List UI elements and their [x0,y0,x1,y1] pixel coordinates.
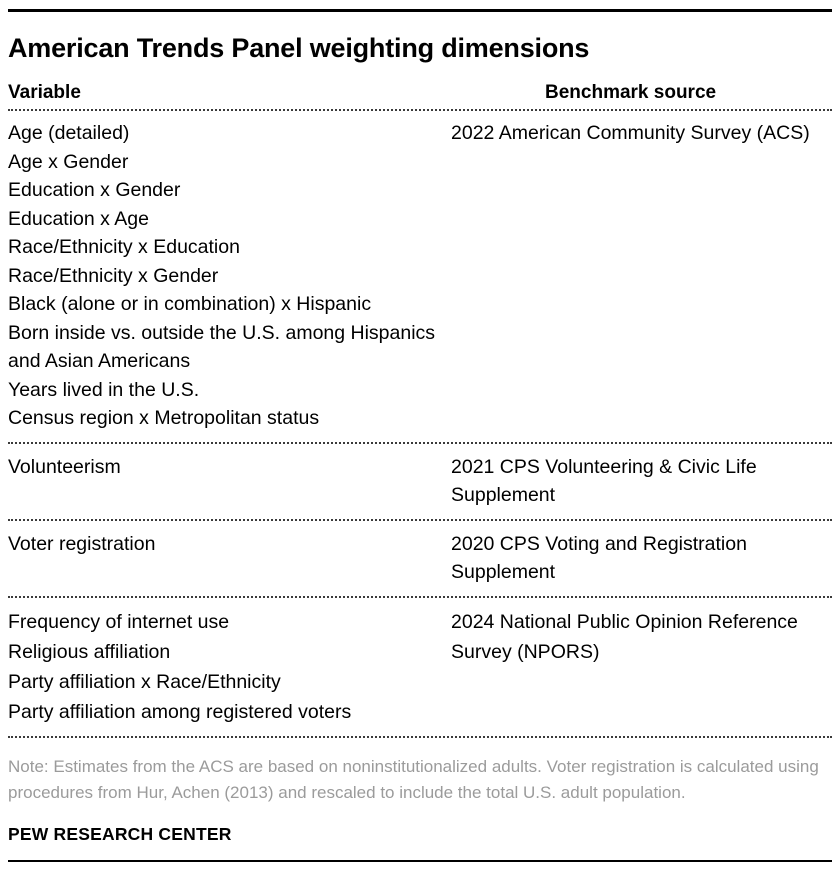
variable-item: Race/Ethnicity x Gender [8,264,219,287]
variable-item: Census region x Metropolitan status [8,407,320,429]
variable-cell: Frequency of internet use Religious affi… [8,599,443,736]
table-body: Age (detailed) Age x Gender Education x … [8,111,832,739]
table-row: Age (detailed) Age x Gender Education x … [8,111,832,442]
table-header-row: Variable Benchmark source [8,82,832,108]
variable-item: Born inside vs. outside the U.S. among H… [8,321,436,373]
variable-item: Party affiliation x Race/Ethnicity [8,670,281,693]
variable-cell: Age (detailed) Age x Gender Education x … [8,111,443,442]
variable-item: Years lived in the U.S. [8,378,200,401]
variable-item: Education x Gender [8,179,181,201]
benchmark-source-text: 2020 CPS Voting and Registration Supplem… [451,532,747,584]
benchmark-source-cell: 2021 CPS Volunteering & Civic Life Suppl… [443,445,832,519]
table-row: Volunteerism 2021 CPS Volunteering & Civ… [8,445,832,519]
column-header-variable: Variable [8,82,81,103]
variable-item: Frequency of internet use [8,610,230,633]
table-row: Voter registration 2020 CPS Voting and R… [8,522,832,596]
benchmark-source-cell: 2020 CPS Voting and Registration Supplem… [443,522,832,596]
variable-item: Age (detailed) [8,122,130,144]
table-row: Frequency of internet use Religious affi… [8,599,832,736]
benchmark-source-cell: 2022 American Community Survey (ACS) [443,111,832,442]
benchmark-source-text: 2024 National Public Opinion Reference S… [451,610,798,663]
weighting-dimensions-table: Variable Benchmark source Age (detailed)… [8,82,832,739]
variable-item: Race/Ethnicity x Education [8,236,240,258]
variable-item: Religious affiliation [8,640,171,663]
footer-separator-cell [8,736,832,739]
variable-item: Voter registration [8,532,156,555]
variable-item: Party affiliation among registered voter… [8,700,352,723]
variable-item: Black (alone or in combination) x Hispan… [8,293,372,315]
variable-item: Volunteerism [8,455,121,478]
page-title: American Trends Panel weighting dimensio… [8,33,590,63]
variable-cell: Volunteerism [8,445,443,519]
footer-separator-row [8,736,832,739]
bottom-rule [8,860,832,862]
benchmark-source-text: 2022 American Community Survey (ACS) [451,122,810,144]
variable-item: Education x Age [8,207,149,230]
column-header-benchmark-source: Benchmark source [545,82,717,103]
source-attribution: PEW RESEARCH CENTER [8,823,232,844]
variable-cell: Voter registration [8,522,443,596]
benchmark-source-cell: 2024 National Public Opinion Reference S… [443,599,832,736]
dotted-divider [8,736,832,738]
variable-item: Age x Gender [8,150,129,173]
chart-note: Note: Estimates from the ACS are based o… [8,756,819,802]
top-rule [8,9,832,12]
benchmark-source-text: 2021 CPS Volunteering & Civic Life Suppl… [451,455,757,507]
figure-container: American Trends Panel weighting dimensio… [0,9,840,875]
